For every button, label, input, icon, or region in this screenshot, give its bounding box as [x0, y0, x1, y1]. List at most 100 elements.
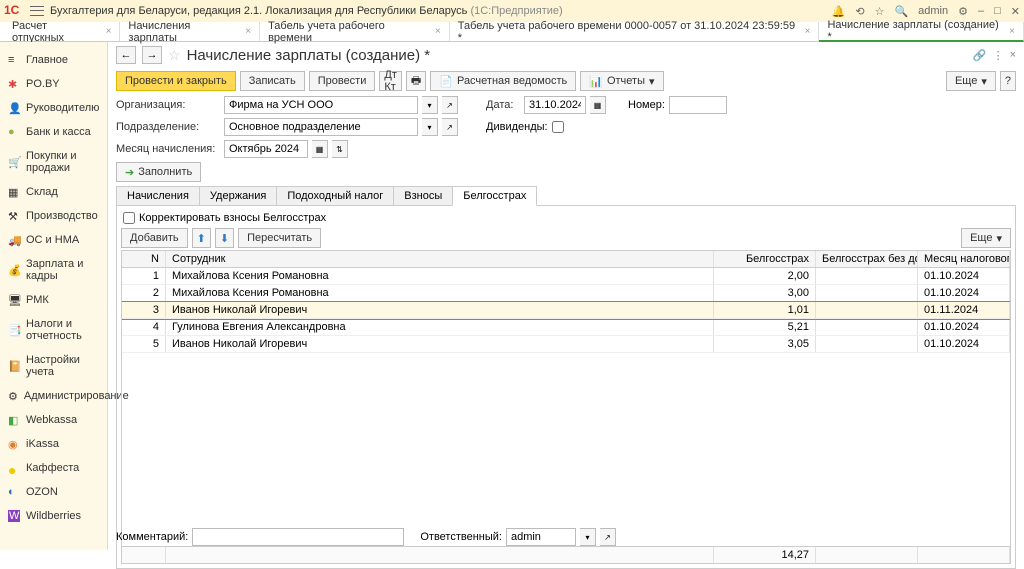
subtab-active[interactable]: Белгосстрах: [452, 186, 537, 206]
open-icon[interactable]: ↗: [600, 528, 616, 546]
move-down-button[interactable]: ⬇: [215, 228, 234, 248]
label-responsible: Ответственный:: [420, 531, 502, 543]
fill-button[interactable]: ➔ Заполнить: [116, 162, 201, 182]
sidebar-item[interactable]: ◧Webkassa: [0, 408, 107, 432]
close-icon[interactable]: ×: [1009, 26, 1015, 37]
open-icon[interactable]: ↗: [442, 96, 458, 114]
sidebar-item[interactable]: ◉iKassa: [0, 432, 107, 456]
sidebar-item[interactable]: 🖥РМК: [0, 288, 107, 312]
reports-dropdown[interactable]: 📊Отчеты ▾: [580, 71, 663, 91]
table-row[interactable]: 4Гулинова Евгения Александровна5,2101.10…: [122, 319, 1010, 336]
minimize-icon[interactable]: –: [978, 5, 984, 17]
dropdown-icon[interactable]: ▾: [422, 118, 438, 136]
comment-input[interactable]: [192, 528, 404, 546]
close-icon[interactable]: ×: [245, 26, 251, 37]
sidebar-item[interactable]: 📔Настройки учета: [0, 348, 107, 384]
sidebar-item[interactable]: ▦Склад: [0, 180, 107, 204]
sidebar-item[interactable]: ⚒Производство: [0, 204, 107, 228]
forward-button[interactable]: →: [142, 46, 162, 64]
close-icon[interactable]: ×: [435, 26, 441, 37]
print-button[interactable]: 🖶: [406, 71, 426, 91]
search-icon[interactable]: 🔍: [894, 5, 908, 18]
subtab[interactable]: Удержания: [199, 186, 277, 205]
tab[interactable]: Табель учета рабочего времени 0000-0057 …: [450, 22, 820, 41]
date-input[interactable]: [524, 96, 586, 114]
add-button[interactable]: Добавить: [121, 228, 188, 248]
bank-icon: ●: [8, 126, 20, 138]
history-icon[interactable]: ⟲: [855, 5, 864, 18]
table-row[interactable]: 3Иванов Николай Игоревич1,0101.11.2024: [122, 302, 1010, 319]
col-belgosstrakh[interactable]: Белгосстрах: [714, 251, 816, 267]
user-name[interactable]: admin: [918, 5, 948, 17]
favorite-star-icon[interactable]: ☆: [168, 47, 181, 64]
sidebar-item[interactable]: 🛒Покупки и продажи: [0, 144, 107, 180]
col-employee[interactable]: Сотрудник: [166, 251, 714, 267]
star-icon[interactable]: ☆: [875, 5, 885, 18]
department-input[interactable]: [224, 118, 418, 136]
responsible-input[interactable]: [506, 528, 576, 546]
dividends-checkbox[interactable]: [552, 121, 564, 133]
sidebar-item[interactable]: 📑Налоги и отчетность: [0, 312, 107, 348]
write-button[interactable]: Записать: [240, 71, 305, 91]
close-icon[interactable]: ×: [805, 26, 811, 37]
tax-icon: 📑: [8, 324, 20, 336]
open-icon[interactable]: ↗: [442, 118, 458, 136]
sidebar-item[interactable]: ◐OZON: [0, 480, 107, 504]
menu-vertical-icon[interactable]: ⋮: [993, 49, 1004, 62]
table-row[interactable]: 1Михайлова Ксения Романовна2,0001.10.202…: [122, 268, 1010, 285]
sidebar-item[interactable]: ⚙Администрирование: [0, 384, 107, 408]
dropdown-icon[interactable]: ▾: [580, 528, 596, 546]
page-title: Начисление зарплаты (создание) *: [187, 47, 431, 64]
app-title: Бухгалтерия для Беларуси, редакция 2.1. …: [50, 5, 563, 17]
back-button[interactable]: ←: [116, 46, 136, 64]
more-button[interactable]: Еще ▾: [946, 71, 996, 91]
close-icon[interactable]: ×: [106, 26, 112, 37]
tab-active[interactable]: Начисление зарплаты (создание) *×: [819, 22, 1024, 42]
subtab[interactable]: Взносы: [393, 186, 453, 205]
link-icon[interactable]: 🔗: [973, 49, 987, 62]
move-up-button[interactable]: ⬆: [192, 228, 211, 248]
payroll-sheet-button[interactable]: 📄Расчетная ведомость: [430, 71, 576, 91]
post-and-close-button[interactable]: Провести и закрыть: [116, 71, 236, 91]
close-icon[interactable]: ✕: [1011, 5, 1020, 18]
col-belgosstrakh-nodp[interactable]: Белгосстрах без доплаты: [816, 251, 918, 267]
organization-input[interactable]: [224, 96, 418, 114]
sidebar-item[interactable]: ✱PO.BY: [0, 72, 107, 96]
sidebar-item[interactable]: ●Каффеста: [0, 456, 107, 480]
tab[interactable]: Начисления зарплаты×: [120, 22, 260, 41]
maximize-icon[interactable]: □: [994, 5, 1001, 17]
subtab[interactable]: Подоходный налог: [276, 186, 394, 205]
tab[interactable]: Расчет отпускных×: [4, 22, 120, 41]
sidebar-item[interactable]: WWildberries: [0, 504, 107, 528]
sidebar-item[interactable]: ≡Главное: [0, 48, 107, 72]
stepper-icon[interactable]: ⇅: [332, 140, 348, 158]
col-tax-month[interactable]: Месяц налогового периода: [918, 251, 1010, 267]
sidebar-item[interactable]: ●Банк и касса: [0, 120, 107, 144]
bell-icon[interactable]: 🔔: [832, 5, 846, 18]
tab[interactable]: Табель учета рабочего времени×: [260, 22, 450, 41]
hamburger-icon[interactable]: [30, 4, 44, 18]
close-icon[interactable]: ×: [1010, 49, 1016, 62]
calendar-icon[interactable]: ▦: [312, 140, 328, 158]
more-button[interactable]: Еще ▾: [961, 228, 1011, 248]
pos-icon: 🖥: [8, 294, 20, 306]
sidebar-item[interactable]: 💰Зарплата и кадры: [0, 252, 107, 288]
webkassa-icon: ◧: [8, 414, 20, 426]
col-n[interactable]: N: [122, 251, 166, 267]
table-row[interactable]: 5Иванов Николай Игоревич3,0501.10.2024: [122, 336, 1010, 353]
calendar-icon[interactable]: ▦: [590, 96, 606, 114]
month-input[interactable]: [224, 140, 308, 158]
dropdown-icon[interactable]: ▾: [422, 96, 438, 114]
sidebar-item[interactable]: 👤Руководителю: [0, 96, 107, 120]
table-row[interactable]: 2Михайлова Ксения Романовна3,0001.10.202…: [122, 285, 1010, 302]
subtab[interactable]: Начисления: [116, 186, 200, 205]
recalc-button[interactable]: Пересчитать: [238, 228, 321, 248]
settings-icon[interactable]: ⚙: [958, 5, 968, 18]
debit-credit-button[interactable]: ДтКт: [379, 71, 402, 91]
sidebar-item[interactable]: 🚚ОС и НМА: [0, 228, 107, 252]
help-button[interactable]: ?: [1000, 71, 1016, 91]
post-button[interactable]: Провести: [309, 71, 376, 91]
number-input[interactable]: [669, 96, 727, 114]
label-organization: Организация:: [116, 99, 220, 111]
adjust-checkbox[interactable]: [123, 212, 135, 224]
